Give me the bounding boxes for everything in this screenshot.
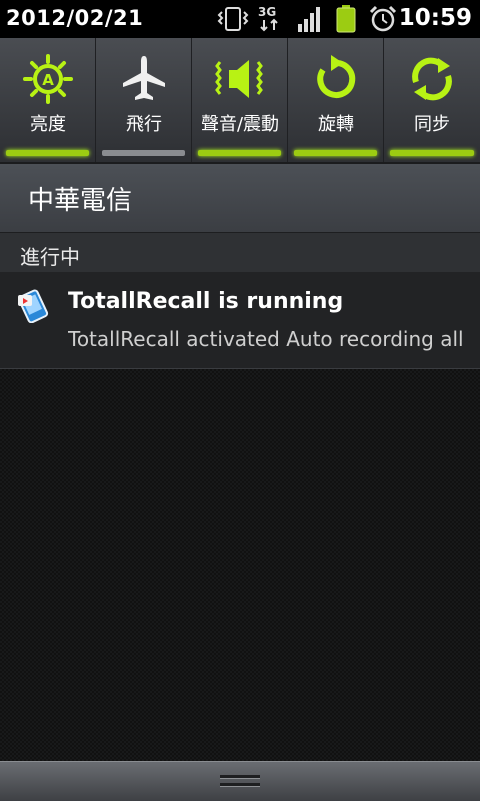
quick-setting-brightness[interactable]: A 亮度 [0, 38, 96, 162]
notification-text: TotallRecall activated Auto recording al… [68, 327, 462, 351]
quick-setting-label: 聲音/震動 [200, 114, 280, 135]
alarm-icon [369, 5, 397, 32]
brightness-auto-icon: A [23, 54, 73, 104]
status-time: 10:59 [398, 5, 472, 31]
carrier-name: 中華電信 [28, 186, 133, 216]
quick-settings-panel: A 亮度 飛行 聲音/震動 旋轉 同步 [0, 38, 480, 164]
notification-list-empty-area [0, 369, 480, 761]
status-date: 2012/02/21 [6, 6, 144, 30]
airplane-icon [123, 56, 165, 100]
status-indicator-on [294, 150, 377, 156]
quick-setting-airplane[interactable]: 飛行 [96, 38, 192, 162]
sound-vibrate-icon [215, 60, 263, 98]
svg-text:A: A [42, 71, 54, 89]
carrier-banner: 中華電信 [0, 164, 480, 233]
battery-icon [336, 5, 356, 33]
quick-setting-label: 飛行 [126, 114, 162, 135]
status-indicator-on [6, 150, 89, 156]
sync-icon [412, 57, 452, 101]
grip-line-icon [220, 775, 260, 779]
network-type-label: 3G [258, 5, 276, 19]
quick-setting-rotation[interactable]: 旋轉 [288, 38, 384, 162]
grip-line-icon [220, 783, 260, 787]
quick-setting-sync[interactable]: 同步 [384, 38, 480, 162]
quick-setting-label: 同步 [414, 114, 450, 135]
status-indicator-on [390, 150, 474, 156]
status-indicator-on [198, 150, 281, 156]
3g-data-icon: 3G [258, 5, 278, 32]
rotate-icon [317, 55, 356, 98]
ongoing-section-header: 進行中 [0, 233, 480, 272]
vibrate-icon [217, 7, 249, 31]
totallrecall-app-icon [18, 289, 49, 323]
ongoing-header-label: 進行中 [20, 245, 80, 269]
signal-icon [298, 7, 320, 32]
quick-setting-sound-vibrate[interactable]: 聲音/震動 [192, 38, 288, 162]
status-indicator-off [102, 150, 185, 156]
status-icons: 3G [216, 4, 406, 34]
close-handle[interactable] [0, 761, 480, 801]
status-bar: 2012/02/21 3G 10:59 [0, 0, 480, 38]
quick-setting-label: 亮度 [30, 114, 66, 135]
notification-title: TotallRecall is running [68, 289, 344, 314]
quick-setting-label: 旋轉 [318, 114, 354, 135]
notification-item[interactable]: TotallRecall is running TotallRecall act… [0, 272, 480, 369]
